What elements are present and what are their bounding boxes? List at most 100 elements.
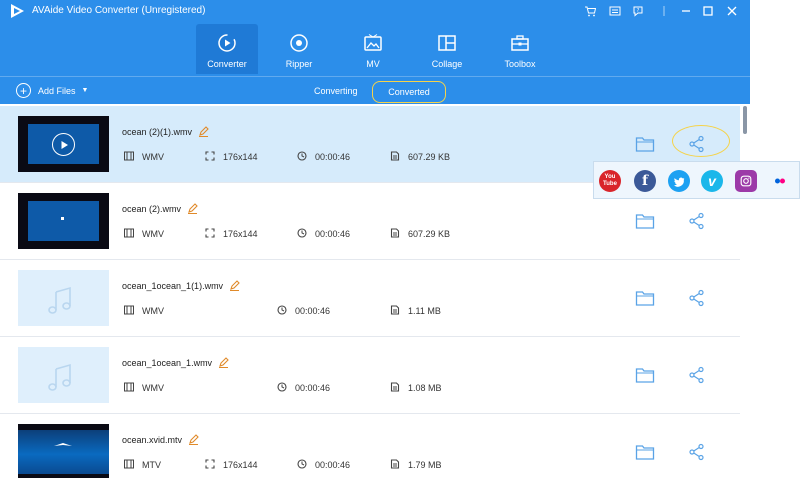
tab-ripper[interactable]: Ripper [268,24,330,74]
clock-icon [277,382,295,394]
file-resolution: 176x144 [205,459,258,471]
scrollbar-thumb[interactable] [743,106,747,134]
tab-collage[interactable]: Collage [416,24,478,74]
youtube-icon[interactable]: You Tube [599,170,621,192]
clock-icon [297,228,315,240]
open-folder-button[interactable] [634,133,656,155]
top-bar: AVAide Video Converter (Unregistered) ? [0,0,750,104]
open-folder-button[interactable] [634,364,656,386]
file-duration: 00:00:46 [277,382,330,394]
size-value: 1.08 MB [408,383,442,393]
share-icon [688,366,706,384]
file-thumbnail[interactable] [18,116,109,172]
file-duration: 00:00:46 [277,305,330,317]
file-name-field: ocean_1ocean_1(1).wmv [122,280,240,291]
share-button[interactable] [686,364,708,386]
format-value: WMV [142,152,164,162]
file-format: WMV [124,305,164,317]
menu-icon[interactable] [607,3,623,19]
share-icon [688,443,706,461]
file-thumbnail[interactable] [18,347,109,403]
music-note-icon [48,286,71,314]
twitter-icon[interactable] [668,170,690,192]
file-size: 1.08 MB [390,382,442,394]
format-value: WMV [142,383,164,393]
resolution-value: 176x144 [223,460,258,470]
tab-mv[interactable]: MV [342,24,404,74]
maximize-icon[interactable] [700,3,716,19]
share-highlight-ring [672,125,730,157]
app-logo-icon [11,4,24,18]
app-window: AVAide Video Converter (Unregistered) ? [0,0,750,478]
file-size-icon [390,305,408,317]
share-button[interactable] [686,287,708,309]
facebook-icon[interactable]: f [634,170,656,192]
file-format: MTV [124,459,161,471]
size-value: 1.11 MB [408,306,441,316]
file-row[interactable]: ocean_1ocean_1.wmv WMV 00:00:46 1.08 MB [0,337,740,414]
file-size-icon [390,382,408,394]
chevron-down-icon[interactable]: ▼ [82,87,89,94]
edit-name-icon[interactable] [188,434,199,445]
divider-icon [656,3,672,19]
clock-icon [297,459,315,471]
duration-value: 00:00:46 [315,460,351,470]
edit-name-icon[interactable] [218,357,229,368]
file-name: ocean_1ocean_1(1).wmv [122,280,224,291]
flickr-icon[interactable] [769,170,791,192]
file-resolution: 176x144 [205,228,258,240]
help-icon[interactable]: ? [630,3,646,19]
tab-toolbox[interactable]: Toolbox [489,24,551,74]
close-icon[interactable] [724,3,740,19]
format-icon [124,305,142,317]
file-name-field: ocean.xvid.mtv [122,434,199,445]
youtube-label: You Tube [603,174,617,187]
file-size: 1.11 MB [390,305,441,317]
minimize-icon[interactable] [678,3,694,19]
tab-label: Collage [431,59,463,69]
tab-converted-label: Converted [388,87,430,97]
tab-converter[interactable]: Converter [196,24,258,74]
format-icon [124,459,142,471]
file-thumbnail[interactable] [18,424,109,478]
file-thumbnail[interactable] [18,193,109,249]
toolbox-icon [510,33,530,53]
file-row[interactable]: ocean.xvid.mtv MTV 176x144 00:00:46 1.79 MB [0,414,740,478]
folder-icon [635,212,655,230]
file-row[interactable]: ocean_1ocean_1(1).wmv WMV 00:00:46 1.11 MB [0,260,740,337]
resolution-value: 176x144 [223,152,258,162]
file-duration: 00:00:46 [297,151,350,163]
file-name-field: ocean (2)(1).wmv [122,126,209,137]
resolution-value: 176x144 [223,229,258,239]
format-value: WMV [142,229,164,239]
open-folder-button[interactable] [634,441,656,463]
file-size-icon [390,459,408,471]
instagram-icon[interactable] [735,170,757,192]
format-icon [124,228,142,240]
open-folder-button[interactable] [634,287,656,309]
vimeo-icon[interactable]: v [701,170,723,192]
file-thumbnail[interactable] [18,270,109,326]
edit-name-icon[interactable] [187,203,198,214]
share-button[interactable] [686,441,708,463]
music-note-icon [48,363,71,391]
share-button[interactable] [686,210,708,232]
tab-converted[interactable]: Converted [372,81,446,103]
main-nav: Converter Ripper MV Collage Toolbox [0,24,750,74]
ripper-icon [289,33,309,53]
cart-icon[interactable] [582,3,598,19]
clock-icon [277,305,295,317]
clock-icon [297,151,315,163]
share-icon [688,212,706,230]
edit-name-icon[interactable] [229,280,240,291]
tab-converting[interactable]: Converting [314,86,358,96]
add-files-button[interactable]: + Add Files ▼ [16,83,88,98]
file-name: ocean (2).wmv [122,203,182,214]
play-icon[interactable] [52,133,75,156]
size-value: 1.79 MB [408,460,442,470]
mv-icon [363,33,383,53]
open-folder-button[interactable] [634,210,656,232]
title-bar: AVAide Video Converter (Unregistered) ? [0,0,750,22]
resolution-icon [205,151,223,163]
edit-name-icon[interactable] [198,126,209,137]
